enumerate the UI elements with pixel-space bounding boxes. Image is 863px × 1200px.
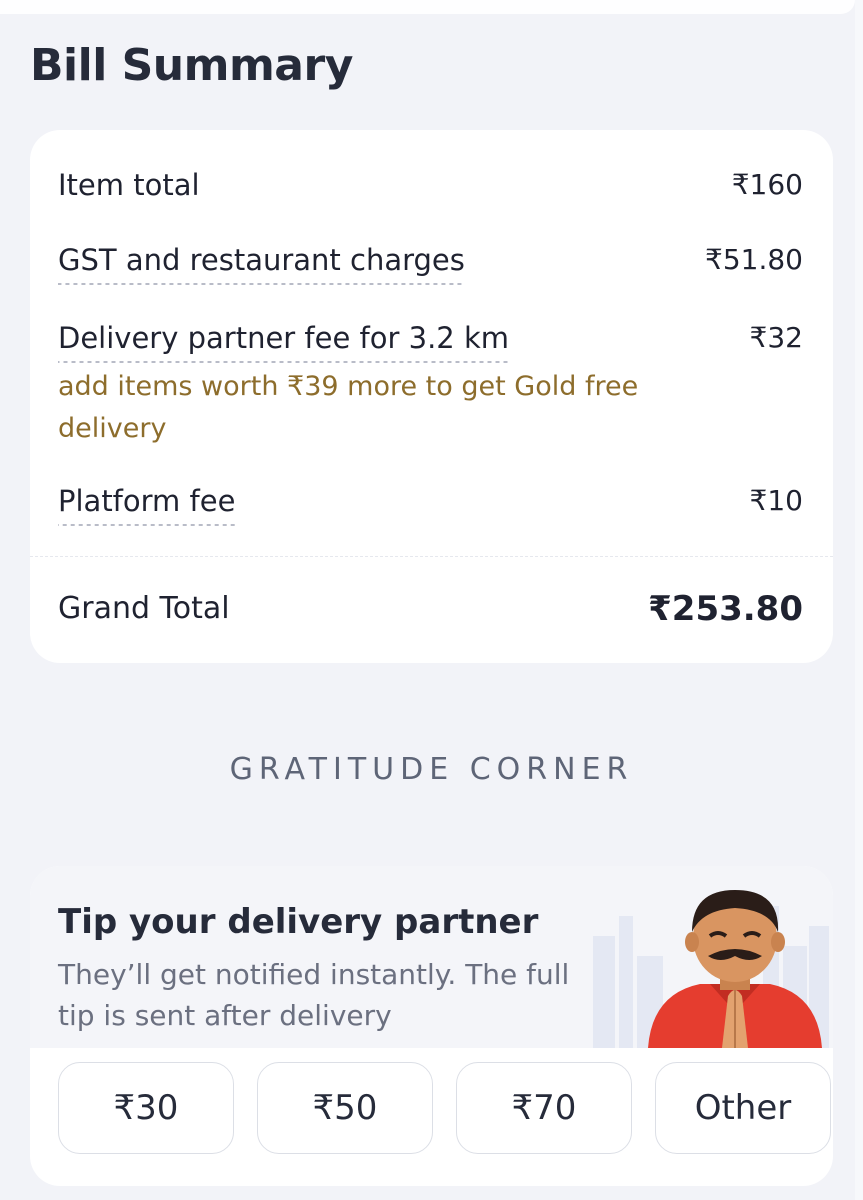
platform-fee-row[interactable]: Platform fee ₹10 — [58, 482, 803, 526]
tip-header: Tip your delivery partner They’ll get no… — [30, 866, 833, 1048]
grand-total-amount: ₹253.80 — [648, 589, 803, 629]
free-delivery-note: add items worth ₹39 more to get Gold fre… — [58, 371, 639, 444]
platform-fee-label[interactable]: Platform fee — [58, 482, 236, 526]
tip-option-50[interactable]: ₹50 — [257, 1062, 433, 1154]
item-total-amount: ₹160 — [731, 168, 803, 201]
bill-summary-card: Item total ₹160 GST and restaurant charg… — [30, 130, 833, 663]
platform-fee-amount: ₹10 — [749, 484, 803, 517]
item-total-label: Item total — [58, 168, 200, 202]
tip-option-other[interactable]: Other — [655, 1062, 831, 1154]
scroll-edge — [855, 0, 863, 1200]
delivery-fee-row[interactable]: Delivery partner fee for 3.2 km ₹32 — [58, 319, 803, 363]
summary-divider — [30, 556, 833, 557]
grand-total-label: Grand Total — [58, 591, 230, 626]
tip-option-30[interactable]: ₹30 — [58, 1062, 234, 1154]
gst-label[interactable]: GST and restaurant charges — [58, 241, 465, 285]
previous-section-edge — [0, 0, 855, 14]
gratitude-corner-heading: GRATITUDE CORNER — [229, 752, 634, 787]
tip-card: Tip your delivery partner They’ll get no… — [30, 866, 833, 1186]
gst-amount: ₹51.80 — [705, 243, 803, 276]
item-total-row: Item total ₹160 — [58, 166, 803, 204]
gst-row[interactable]: GST and restaurant charges ₹51.80 — [58, 241, 803, 285]
delivery-fee-label[interactable]: Delivery partner fee for 3.2 km — [58, 319, 510, 363]
grand-total-row: Grand Total ₹253.80 — [58, 590, 803, 628]
tip-subtitle: They’ll get notified instantly. The full… — [58, 958, 570, 1032]
delivery-partner-icon — [648, 890, 822, 1048]
tip-option-70[interactable]: ₹70 — [456, 1062, 632, 1154]
tip-options: ₹30 ₹50 ₹70 Other — [58, 1062, 833, 1158]
tip-title: Tip your delivery partner — [58, 902, 539, 942]
delivery-fee-amount: ₹32 — [749, 321, 803, 354]
bill-summary-title: Bill Summary — [30, 40, 353, 91]
